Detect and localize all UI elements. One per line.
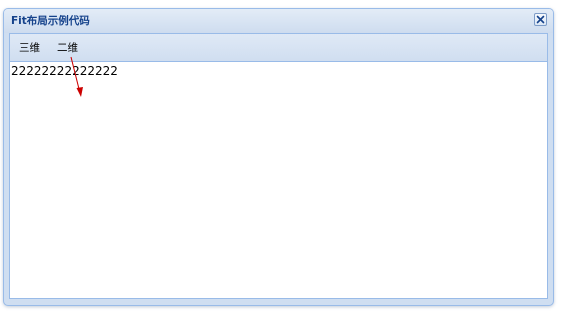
close-button[interactable] xyxy=(534,13,547,26)
window-title: Fit布局示例代码 xyxy=(11,15,90,27)
content-panel: 22222222222222 xyxy=(10,62,547,298)
content-text: 22222222222222 xyxy=(11,64,118,78)
2d-button[interactable]: 二维 xyxy=(55,41,80,55)
window-titlebar[interactable]: Fit布局示例代码 xyxy=(4,9,553,33)
window-body: 三维 二维 22222222222222 xyxy=(9,33,548,299)
fit-layout-window: Fit布局示例代码 三维 二维 22222222222222 xyxy=(3,8,554,306)
close-icon xyxy=(536,15,545,24)
toolbar: 三维 二维 xyxy=(10,34,547,62)
3d-button[interactable]: 三维 xyxy=(17,41,42,55)
